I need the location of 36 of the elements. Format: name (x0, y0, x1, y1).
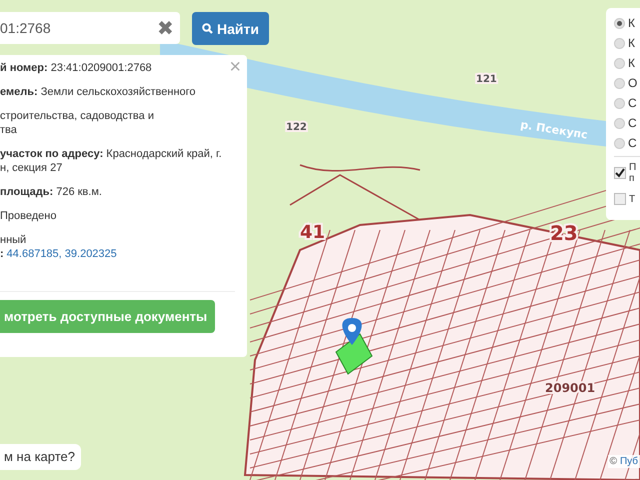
info-text: строительства, садоводства и (0, 110, 154, 122)
radio-button[interactable] (614, 138, 625, 148)
layer-label: О (628, 76, 638, 90)
info-text: участок по адресу: Краснодарский край, г. (0, 148, 222, 160)
info-text: нный (0, 234, 26, 246)
attribution-link[interactable]: Пуб (620, 456, 638, 467)
radio-button[interactable] (614, 98, 625, 108)
radio-button[interactable] (614, 18, 625, 28)
info-text: площадь: 726 кв.м. (0, 186, 102, 198)
layer-label: С (628, 116, 637, 130)
info-text: тва (0, 124, 17, 136)
layer-label: С (628, 96, 637, 110)
info-text: емель: Земли сельскохозяйственного (0, 86, 196, 98)
info-text: : (0, 248, 4, 260)
layer-label: С (628, 136, 637, 150)
layer-label: П п (629, 162, 635, 184)
search-field[interactable]: 01:2768 ✖ (0, 12, 180, 44)
radio-button[interactable] (614, 78, 625, 88)
coordinates-link[interactable]: 44.687185, 39.202325 (6, 248, 117, 260)
layer-label: К (628, 36, 635, 50)
layer-label: Т (629, 194, 635, 204)
hint-tooltip[interactable]: м на карте? (0, 444, 81, 470)
radio-button[interactable] (614, 58, 625, 68)
layer-label: К (628, 56, 635, 70)
checkbox[interactable] (614, 167, 626, 179)
radio-button[interactable] (614, 38, 625, 48)
clear-button[interactable]: ✖ (153, 16, 178, 40)
radio-button[interactable] (614, 118, 625, 128)
info-text: Проведено (0, 210, 56, 222)
copyright-symbol: © (610, 456, 617, 467)
info-text: й номер: 23:41:0209001:2768 (0, 62, 152, 74)
layer-label: К (628, 16, 635, 30)
info-text: н, секция 27 (0, 162, 62, 174)
search-button[interactable]: Найти (192, 12, 269, 45)
checkbox[interactable] (614, 193, 626, 205)
search-icon (202, 23, 213, 34)
